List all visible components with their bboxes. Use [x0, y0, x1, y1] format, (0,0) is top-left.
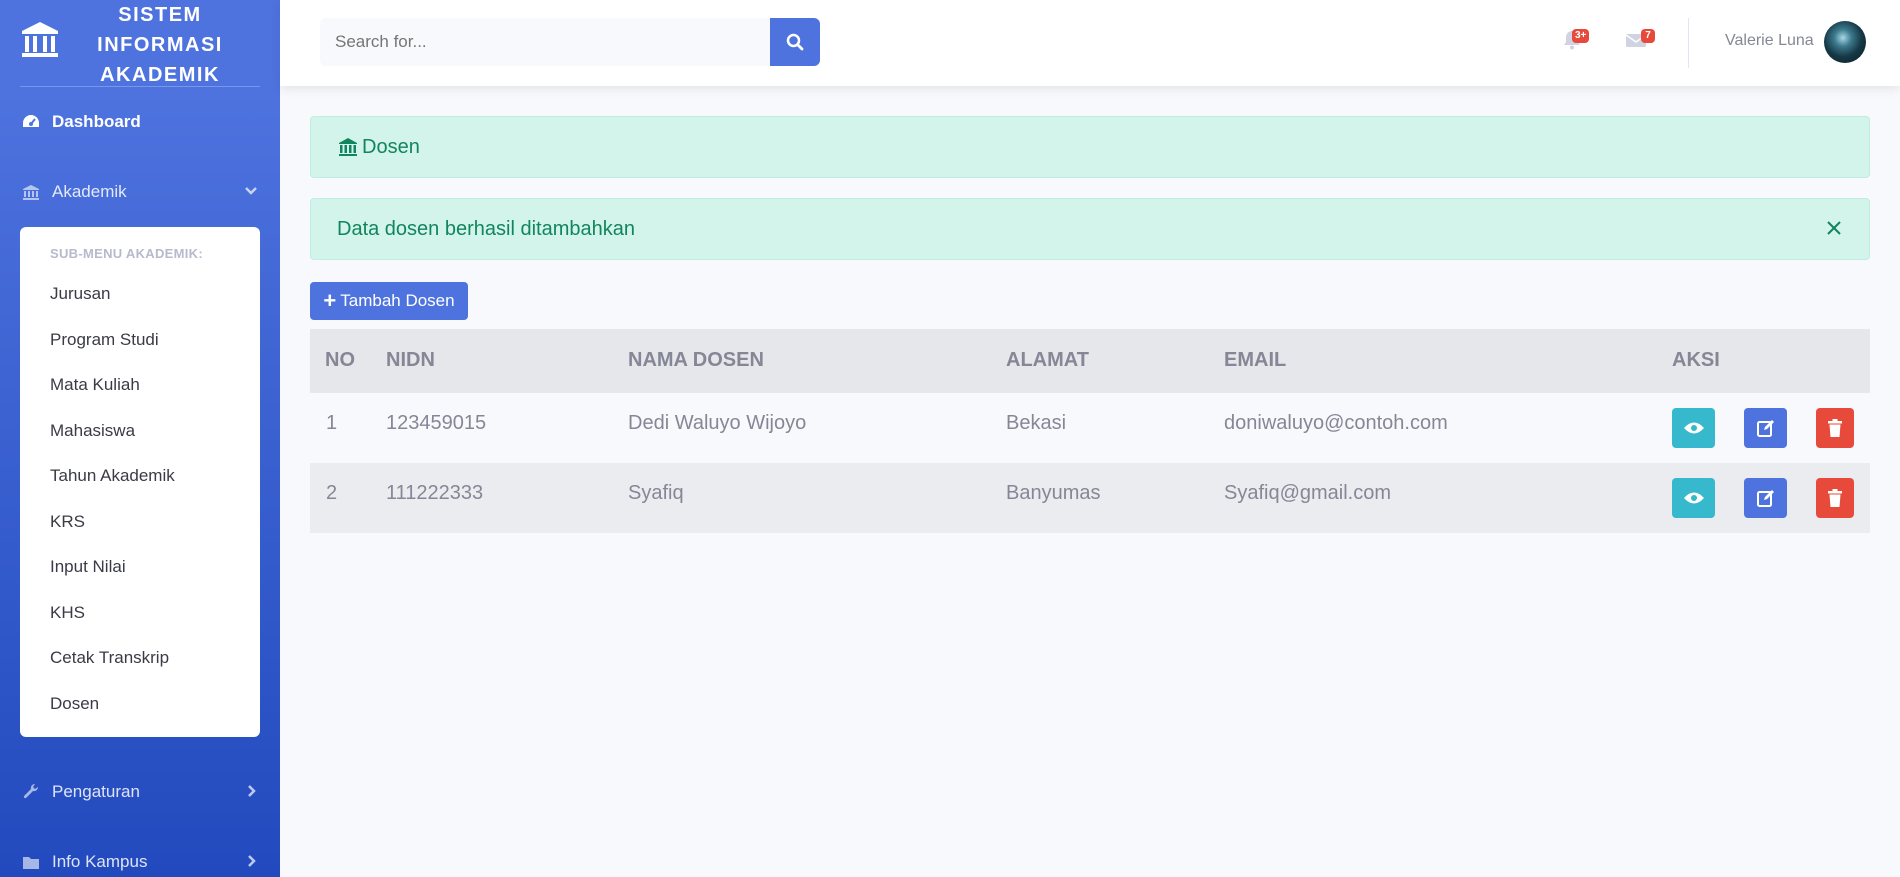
- view-button[interactable]: [1672, 478, 1715, 518]
- university-icon: [339, 138, 357, 156]
- chevron-down-icon: [245, 187, 257, 195]
- page-title: Dosen: [362, 135, 420, 158]
- brand-line-2: INFORMASI: [97, 34, 223, 56]
- brand-link[interactable]: SISTEM INFORMASI AKADEMIK: [0, 0, 280, 86]
- folder-icon: [20, 853, 42, 871]
- search-icon: [786, 33, 804, 51]
- table-header: NO NIDN NAMA DOSEN ALAMAT EMAIL AKSI: [310, 329, 1870, 393]
- submenu-item-mahasiswa[interactable]: Mahasiswa: [50, 421, 135, 441]
- university-icon: [20, 183, 42, 201]
- trash-icon: [1828, 489, 1842, 507]
- trash-icon: [1828, 419, 1842, 437]
- column-header-aksi: AKSI: [1672, 349, 1720, 371]
- edit-button[interactable]: [1744, 408, 1787, 448]
- column-header-nidn: NIDN: [386, 349, 435, 371]
- topbar-divider: [1688, 18, 1689, 68]
- brand-title: SISTEM INFORMASI AKADEMIK: [80, 0, 240, 90]
- edit-icon: [1756, 490, 1774, 507]
- submenu-header: SUB-MENU AKADEMIK:: [50, 246, 203, 261]
- chevron-right-icon: [248, 855, 256, 867]
- topbar: 3+ 7 Valerie Luna: [280, 0, 1900, 86]
- page-heading-alert: Dosen: [310, 116, 1870, 178]
- search-input[interactable]: [320, 18, 770, 66]
- close-icon[interactable]: [1825, 219, 1843, 237]
- delete-button[interactable]: [1816, 408, 1854, 448]
- submenu-item-dosen[interactable]: Dosen: [50, 694, 99, 714]
- submenu-item-cetak-transkrip[interactable]: Cetak Transkrip: [50, 648, 169, 668]
- success-alert: Data dosen berhasil ditambahkan: [310, 198, 1870, 260]
- table-row: 2 111222333 Syafiq Banyumas Syafiq@gmail…: [310, 463, 1870, 533]
- cell-alamat: Bekasi: [1006, 412, 1067, 434]
- cell-nidn: 123459015: [386, 412, 487, 434]
- alerts-badge: 3+: [1572, 29, 1590, 43]
- sidebar-divider: [20, 86, 260, 87]
- cell-alamat: Banyumas: [1006, 482, 1101, 504]
- search-button[interactable]: [770, 18, 820, 66]
- sidebar-item-label: Info Kampus: [52, 852, 148, 871]
- sidebar-item-label: Pengaturan: [52, 782, 140, 801]
- submenu-item-input-nilai[interactable]: Input Nilai: [50, 557, 126, 577]
- sidebar-item-dashboard[interactable]: Dashboard: [0, 97, 280, 147]
- delete-button[interactable]: [1816, 478, 1854, 518]
- avatar: [1824, 21, 1866, 63]
- submenu-item-mata-kuliah[interactable]: Mata Kuliah: [50, 375, 140, 395]
- submenu-item-jurusan[interactable]: Jurusan: [50, 284, 110, 304]
- cell-no: 1: [326, 412, 338, 434]
- sidebar-item-info-kampus[interactable]: Info Kampus: [0, 837, 280, 877]
- user-name: Valerie Luna: [1725, 32, 1814, 49]
- chevron-right-icon: [248, 785, 256, 797]
- submenu-akademik: SUB-MENU AKADEMIK: Jurusan Program Studi…: [20, 227, 260, 737]
- dashboard-icon: [20, 113, 42, 131]
- cell-nidn: 111222333: [386, 482, 484, 504]
- sidebar-item-label: Dashboard: [52, 112, 141, 131]
- eye-icon: [1683, 422, 1704, 434]
- edit-button[interactable]: [1744, 478, 1787, 518]
- cell-nama: Syafiq: [628, 482, 684, 504]
- view-button[interactable]: [1672, 408, 1715, 448]
- plus-icon: +: [323, 288, 337, 313]
- submenu-item-program-studi[interactable]: Program Studi: [50, 330, 159, 350]
- wrench-icon: [20, 783, 42, 801]
- eye-icon: [1683, 492, 1704, 504]
- cell-nama: Dedi Waluyo Wijoyo: [628, 412, 807, 434]
- table-row: 1 123459015 Dedi Waluyo Wijoyo Bekasi do…: [310, 393, 1870, 463]
- submenu-item-tahun-akademik[interactable]: Tahun Akademik: [50, 466, 175, 486]
- cell-no: 2: [326, 482, 338, 504]
- cell-email: doniwaluyo@contoh.com: [1224, 412, 1448, 434]
- column-header-alamat: ALAMAT: [1006, 349, 1089, 371]
- column-header-no: NO: [325, 349, 355, 371]
- column-header-nama: NAMA DOSEN: [628, 349, 764, 371]
- cell-email: Syafiq@gmail.com: [1224, 482, 1392, 504]
- brand-line-1: SISTEM: [118, 4, 202, 26]
- success-message: Data dosen berhasil ditambahkan: [337, 217, 635, 240]
- sidebar-item-akademik[interactable]: Akademik: [0, 167, 280, 217]
- submenu-item-krs[interactable]: KRS: [50, 512, 85, 532]
- add-dosen-label: Tambah Dosen: [340, 291, 455, 310]
- sidebar-item-label: Akademik: [52, 182, 127, 201]
- column-header-email: EMAIL: [1224, 349, 1287, 371]
- submenu-item-khs[interactable]: KHS: [50, 603, 85, 623]
- university-icon: [22, 22, 58, 57]
- sidebar-item-pengaturan[interactable]: Pengaturan: [0, 767, 280, 817]
- add-dosen-button[interactable]: + Tambah Dosen: [310, 282, 468, 320]
- messages-badge: 7: [1641, 29, 1655, 43]
- edit-icon: [1756, 420, 1774, 437]
- sidebar: SISTEM INFORMASI AKADEMIK Dashboard Akad…: [0, 0, 280, 877]
